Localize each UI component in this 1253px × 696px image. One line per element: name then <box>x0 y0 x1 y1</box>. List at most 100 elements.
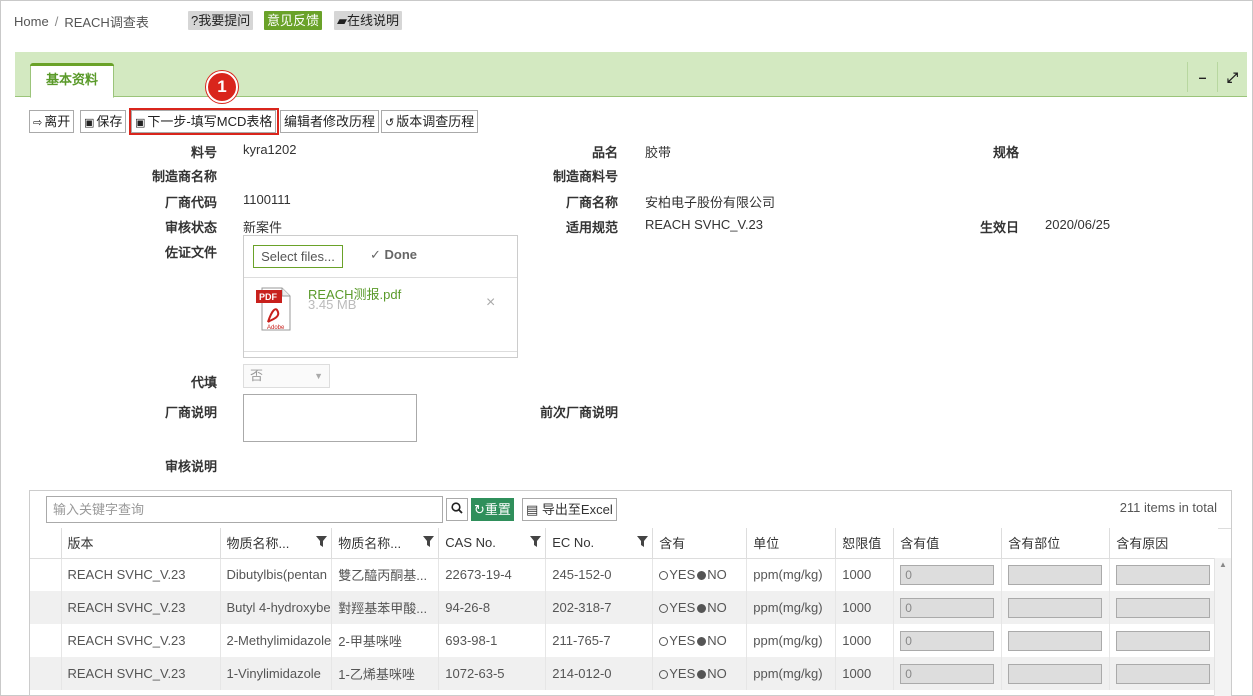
expand-icon[interactable]: ⤢ <box>1217 62 1247 92</box>
export-excel-button[interactable]: ▤ 导出至Excel <box>522 498 617 521</box>
value-input[interactable]: 0 <box>900 597 995 618</box>
breadcrumb-home[interactable]: Home <box>14 14 49 29</box>
grid-scrollbar[interactable]: ▲ <box>1214 558 1231 696</box>
grid-toolbar: 输入关键字查询 ↻重置 ▤ 导出至Excel 211 items in tota… <box>30 491 1231 529</box>
location-input[interactable] <box>1008 663 1103 684</box>
review-status-value: 新案件 <box>243 220 283 235</box>
yes-radio[interactable] <box>659 571 669 581</box>
scroll-up-icon[interactable]: ▲ <box>1219 560 1227 569</box>
location-input[interactable] <box>1008 597 1103 618</box>
table-row[interactable]: REACH SVHC_V.23 1-Vinylimidazole 1-乙烯基咪唑 10… <box>30 657 1218 690</box>
cell-reason <box>1109 558 1218 591</box>
column-header-cas[interactable]: CAS No. <box>438 528 546 559</box>
table-row[interactable]: REACH SVHC_V.23 Butyl 4-hydroxybe 對羥基苯甲酸..… <box>30 591 1218 624</box>
regulation-value: REACH SVHC_V.23 <box>645 217 764 232</box>
value-input[interactable]: 0 <box>900 630 995 651</box>
pdf-badge-text: PDF <box>259 292 278 302</box>
column-header-contains[interactable]: 含有 <box>652 528 747 559</box>
search-input[interactable]: 输入关键字查询 <box>46 496 443 523</box>
reason-input[interactable] <box>1116 663 1211 684</box>
yes-label: YES <box>669 666 696 681</box>
value-input[interactable]: 0 <box>900 663 995 684</box>
value-input[interactable]: 0 <box>900 564 995 585</box>
leave-button[interactable]: ⇨ 离开 <box>29 110 75 133</box>
vendor-note-textarea[interactable] <box>243 394 417 442</box>
cell-value: 0 <box>893 591 1002 624</box>
reset-button[interactable]: ↻重置 <box>471 498 514 521</box>
review-status-label: 审核状态 <box>164 220 217 235</box>
search-button[interactable] <box>446 498 468 521</box>
tab-basic-info[interactable]: 基本资料 <box>30 63 114 98</box>
no-radio[interactable] <box>697 604 707 613</box>
row-select-cell[interactable] <box>30 591 61 624</box>
grid-header-row: 版本 物质名称... 物质名称... CAS No. EC No. 含有 单位 … <box>30 528 1218 559</box>
cell-location <box>1001 624 1110 657</box>
cell-limit: 1000 <box>835 558 894 591</box>
cell-name-cn: 2-甲基咪唑 <box>331 624 439 657</box>
filter-icon[interactable] <box>316 536 328 547</box>
minimize-icon[interactable]: – <box>1187 62 1217 92</box>
review-note-label: 审核说明 <box>164 459 217 474</box>
effective-date-value: 2020/06/25 <box>1045 217 1111 232</box>
column-header-unit[interactable]: 单位 <box>746 528 836 559</box>
cell-ec: 211-765-7 <box>545 624 653 657</box>
online-manual-button[interactable]: ▰在线说明 <box>334 11 403 30</box>
no-radio[interactable] <box>697 637 707 646</box>
ask-question-button[interactable]: ?我要提问 <box>188 11 254 30</box>
grid-table: 版本 物质名称... 物质名称... CAS No. EC No. 含有 单位 … <box>30 528 1218 690</box>
cell-reason <box>1109 657 1218 690</box>
table-row[interactable]: REACH SVHC_V.23 2-Methylimidazole 2-甲基咪唑 69… <box>30 624 1218 657</box>
column-header-ec[interactable]: EC No. <box>545 528 653 559</box>
feedback-button[interactable]: 意见反馈 <box>264 11 323 30</box>
select-files-button[interactable]: Select files... <box>253 245 343 268</box>
cell-cas: 22673-19-4 <box>438 558 546 591</box>
row-select-cell[interactable] <box>30 657 61 690</box>
column-header-name-cn-label: 物质名称... <box>338 536 402 552</box>
location-input[interactable] <box>1008 630 1103 651</box>
yes-radio[interactable] <box>659 670 669 679</box>
reason-input[interactable] <box>1116 630 1211 651</box>
location-input[interactable] <box>1008 564 1103 585</box>
edit-history-button[interactable]: 编辑者修改历程 <box>280 110 380 133</box>
exit-icon: ⇨ <box>33 117 43 129</box>
cell-ec: 214-012-0 <box>545 657 653 690</box>
column-header-name-en[interactable]: 物质名称... <box>219 528 332 559</box>
product-name-label: 品名 <box>591 145 618 160</box>
filter-icon[interactable] <box>530 536 542 547</box>
reason-input[interactable] <box>1116 564 1211 585</box>
cell-unit: ppm(mg/kg) <box>746 657 836 690</box>
column-header-version[interactable]: 版本 <box>60 528 220 559</box>
cell-version: REACH SVHC_V.23 <box>60 657 220 690</box>
cell-ec: 202-318-7 <box>545 591 653 624</box>
version-history-button[interactable]: ↺ 版本调查历程 <box>381 110 479 133</box>
no-radio[interactable] <box>697 571 707 581</box>
filter-icon[interactable] <box>637 536 649 547</box>
proxy-select[interactable]: 否 ▼ <box>243 364 330 388</box>
cell-contains: YES NO <box>652 591 747 624</box>
reason-input[interactable] <box>1116 597 1211 618</box>
yes-label: YES <box>669 633 696 648</box>
cell-cas: 1072-63-5 <box>438 657 546 690</box>
filter-icon[interactable] <box>423 536 435 547</box>
version-history-label: 版本调查历程 <box>396 114 475 129</box>
cell-location <box>1001 591 1110 624</box>
cell-cas: 693-98-1 <box>438 624 546 657</box>
row-select-cell[interactable] <box>30 624 61 657</box>
row-select-cell[interactable] <box>30 558 61 591</box>
column-header-name-cn[interactable]: 物质名称... <box>331 528 439 559</box>
spec-label: 规格 <box>992 145 1019 160</box>
check-icon: ✓ <box>370 247 381 262</box>
table-row[interactable]: REACH SVHC_V.23 Dibutylbis(pentan 雙乙醯丙酮基..… <box>30 558 1218 591</box>
column-header-limit[interactable]: 恕限值 <box>835 528 894 559</box>
yes-radio[interactable] <box>659 637 669 646</box>
column-header-name-en-label: 物质名称... <box>226 536 290 552</box>
yes-radio[interactable] <box>659 604 669 613</box>
cell-location <box>1001 657 1110 690</box>
no-radio[interactable] <box>697 670 707 679</box>
cell-version: REACH SVHC_V.23 <box>60 624 220 657</box>
save-button[interactable]: ▣ 保存 <box>80 110 127 133</box>
column-header-value[interactable]: 含有值 <box>893 528 1002 559</box>
remove-file-icon[interactable]: × <box>486 294 495 312</box>
column-header-reason[interactable]: 含有原因 <box>1109 528 1218 559</box>
column-header-location[interactable]: 含有部位 <box>1001 528 1110 559</box>
